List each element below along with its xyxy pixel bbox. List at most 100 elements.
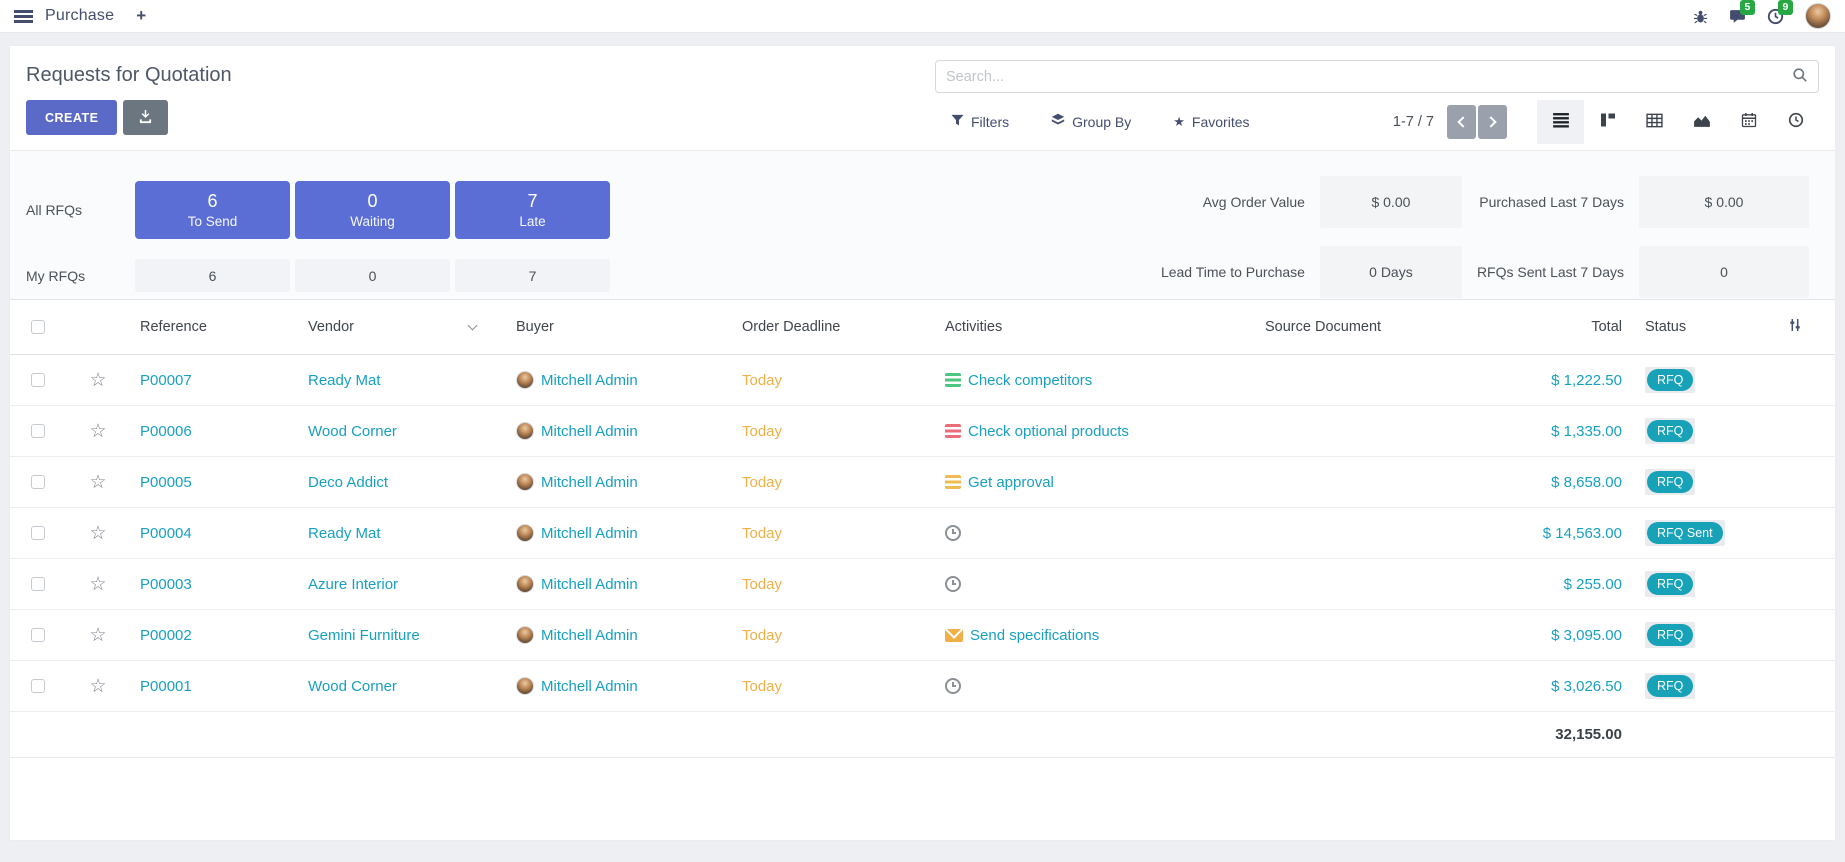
debug-bug-icon[interactable] [1693, 9, 1708, 24]
reference-link[interactable]: P00001 [130, 678, 298, 695]
activity-icon[interactable] [945, 424, 961, 438]
select-all-checkbox[interactable] [31, 320, 45, 334]
row-checkbox[interactable] [31, 577, 45, 591]
pager-previous-button[interactable] [1447, 105, 1476, 139]
search-icon[interactable] [1792, 67, 1808, 87]
vendor-link[interactable]: Ready Mat [298, 372, 506, 389]
my-late[interactable]: 7 [455, 259, 610, 292]
row-checkbox[interactable] [31, 475, 45, 489]
group-by-button[interactable]: Group By [1051, 113, 1131, 130]
activity-cell[interactable] [935, 525, 1255, 541]
activity-cell[interactable]: Check optional products [935, 423, 1255, 440]
row-checkbox[interactable] [31, 679, 45, 693]
vendor-link[interactable]: Ready Mat [298, 525, 506, 542]
user-avatar[interactable] [1805, 3, 1831, 29]
messages-icon[interactable]: 5 [1729, 8, 1746, 25]
favorite-star-icon[interactable]: ☆ [89, 524, 106, 543]
add-tab-button[interactable]: + [136, 6, 146, 26]
activity-cell[interactable]: Send specifications [935, 627, 1255, 644]
buyer-name[interactable]: Mitchell Admin [541, 627, 638, 644]
graph-view-button[interactable] [1678, 100, 1725, 144]
buyer-name[interactable]: Mitchell Admin [541, 678, 638, 695]
column-header-vendor[interactable]: Vendor [298, 319, 506, 335]
purchased-last-7-days[interactable]: $ 0.00 [1639, 176, 1809, 228]
kanban-view-button[interactable] [1584, 100, 1631, 144]
vendor-link[interactable]: Wood Corner [298, 678, 506, 695]
favorite-star-icon[interactable]: ☆ [89, 575, 106, 594]
vendor-link[interactable]: Deco Addict [298, 474, 506, 491]
activity-view-button[interactable] [1772, 100, 1819, 144]
favorite-star-icon[interactable]: ☆ [89, 371, 106, 390]
avg-order-value[interactable]: $ 0.00 [1320, 176, 1462, 228]
buyer-name[interactable]: Mitchell Admin [541, 423, 638, 440]
buyer-name[interactable]: Mitchell Admin [541, 525, 638, 542]
lead-time[interactable]: 0 Days [1320, 246, 1462, 298]
activity-cell[interactable]: Get approval [935, 474, 1255, 491]
table-row[interactable]: ☆ P00007 Ready Mat Mitchell Admin Today … [10, 355, 1835, 406]
activity-cell[interactable] [935, 576, 1255, 592]
tile-to-send[interactable]: 6 To Send [135, 181, 290, 239]
table-row[interactable]: ☆ P00004 Ready Mat Mitchell Admin Today … [10, 508, 1835, 559]
column-header-deadline[interactable]: Order Deadline [732, 319, 935, 335]
apps-menu-icon[interactable] [14, 10, 33, 23]
buyer-name[interactable]: Mitchell Admin [541, 576, 638, 593]
list-view-button[interactable] [1537, 100, 1584, 144]
row-checkbox[interactable] [31, 526, 45, 540]
my-waiting[interactable]: 0 [295, 259, 450, 292]
app-name[interactable]: Purchase [45, 7, 114, 25]
table-row[interactable]: ☆ P00005 Deco Addict Mitchell Admin Toda… [10, 457, 1835, 508]
favorite-star-icon[interactable]: ☆ [89, 677, 106, 696]
pivot-view-button[interactable] [1631, 100, 1678, 144]
filters-button[interactable]: Filters [951, 114, 1009, 130]
column-header-source[interactable]: Source Document [1255, 319, 1500, 335]
favorite-star-icon[interactable]: ☆ [89, 422, 106, 441]
table-row[interactable]: ☆ P00001 Wood Corner Mitchell Admin Toda… [10, 661, 1835, 712]
table-row[interactable]: ☆ P00006 Wood Corner Mitchell Admin Toda… [10, 406, 1835, 457]
activity-icon[interactable] [945, 576, 961, 592]
buyer-name[interactable]: Mitchell Admin [541, 474, 638, 491]
all-rfqs-label[interactable]: All RFQs [26, 202, 130, 218]
tile-waiting[interactable]: 0 Waiting [295, 181, 450, 239]
activity-icon[interactable] [945, 525, 961, 541]
reference-link[interactable]: P00002 [130, 627, 298, 644]
buyer-name[interactable]: Mitchell Admin [541, 372, 638, 389]
activity-icon[interactable] [945, 678, 961, 694]
column-header-buyer[interactable]: Buyer [506, 319, 732, 335]
column-header-activities[interactable]: Activities [935, 319, 1255, 335]
reference-link[interactable]: P00003 [130, 576, 298, 593]
pager-next-button[interactable] [1478, 105, 1507, 139]
search-input[interactable] [946, 69, 1792, 85]
table-row[interactable]: ☆ P00003 Azure Interior Mitchell Admin T… [10, 559, 1835, 610]
export-button[interactable] [123, 100, 168, 135]
tile-late[interactable]: 7 Late [455, 181, 610, 239]
favorites-button[interactable]: ★ Favorites [1173, 114, 1249, 130]
row-checkbox[interactable] [31, 628, 45, 642]
vendor-link[interactable]: Gemini Furniture [298, 627, 506, 644]
rfqs-sent-last-7-days[interactable]: 0 [1639, 246, 1809, 298]
activity-icon[interactable] [945, 373, 961, 387]
calendar-view-button[interactable] [1725, 100, 1772, 144]
reference-link[interactable]: P00005 [130, 474, 298, 491]
favorite-star-icon[interactable]: ☆ [89, 473, 106, 492]
activity-cell[interactable] [935, 678, 1255, 694]
column-header-total[interactable]: Total [1500, 319, 1635, 335]
vendor-link[interactable]: Wood Corner [298, 423, 506, 440]
search-bar[interactable] [935, 60, 1819, 93]
column-header-status[interactable]: Status [1635, 319, 1755, 335]
activity-icon[interactable] [945, 475, 961, 489]
favorite-star-icon[interactable]: ☆ [89, 626, 106, 645]
activity-icon[interactable] [945, 629, 963, 642]
column-header-reference[interactable]: Reference [130, 319, 298, 335]
reference-link[interactable]: P00007 [130, 372, 298, 389]
activities-clock-icon[interactable]: 9 [1767, 8, 1784, 25]
reference-link[interactable]: P00004 [130, 525, 298, 542]
my-rfqs-label[interactable]: My RFQs [26, 268, 130, 284]
activity-cell[interactable]: Check competitors [935, 372, 1255, 389]
vendor-link[interactable]: Azure Interior [298, 576, 506, 593]
create-button[interactable]: CREATE [26, 100, 117, 135]
table-row[interactable]: ☆ P00002 Gemini Furniture Mitchell Admin… [10, 610, 1835, 661]
row-checkbox[interactable] [31, 373, 45, 387]
optional-columns-icon[interactable] [1788, 318, 1802, 336]
my-to-send[interactable]: 6 [135, 259, 290, 292]
reference-link[interactable]: P00006 [130, 423, 298, 440]
